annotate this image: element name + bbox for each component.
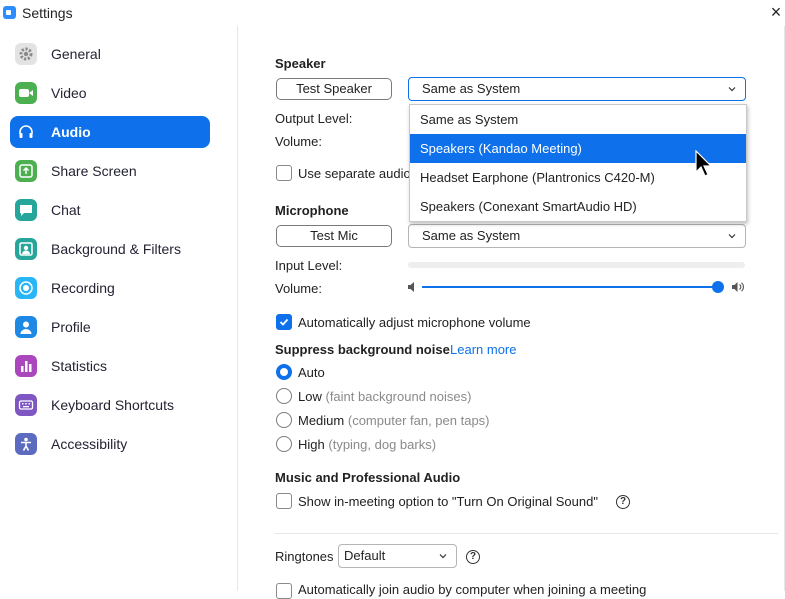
microphone-section-title: Microphone [275,203,349,218]
speaker-section-title: Speaker [275,56,326,71]
sidebar-item-label: Video [51,85,87,101]
noise-option-label: Low [298,389,322,404]
sidebar-item-recording[interactable]: Recording [10,272,210,304]
divider [275,533,778,534]
keyboard-icon [15,394,37,416]
dropdown-option[interactable]: Speakers (Conexant SmartAudio HD) [410,192,746,221]
microphone-device-value: Same as System [422,228,521,243]
close-icon[interactable]: × [767,3,785,21]
auto-adjust-mic-checkbox[interactable] [276,314,292,330]
speaker-volume-label: Volume: [275,134,322,149]
join-audio-label: Automatically join audio by computer whe… [298,582,647,597]
settings-sidebar: General Video Audio Share Screen Chat Ba… [0,26,238,591]
noise-option-hint: (computer fan, pen taps) [347,413,490,428]
dropdown-option-label: Speakers (Conexant SmartAudio HD) [420,199,637,214]
input-level-label: Input Level: [275,258,343,273]
window-title: Settings [22,5,73,21]
noise-radio-medium[interactable] [276,412,292,428]
sidebar-item-video[interactable]: Video [10,77,210,109]
original-sound-label: Show in-meeting option to "Turn On Origi… [298,494,598,509]
test-mic-button[interactable]: Test Mic [276,225,392,247]
chevron-down-icon [727,84,737,94]
test-speaker-button[interactable]: Test Speaker [276,78,392,100]
share-screen-icon [15,160,37,182]
noise-radio-low[interactable] [276,388,292,404]
noise-radio-auto[interactable] [276,364,292,380]
sidebar-item-statistics[interactable]: Statistics [10,350,210,382]
video-camera-icon [15,82,37,104]
dropdown-option-label: Headset Earphone (Plantronics C420-M) [420,170,655,185]
mic-volume-slider-thumb[interactable] [712,281,724,293]
ringtones-value: Default [344,548,386,563]
noise-option-high: High (typing, dog barks) [298,437,436,452]
dropdown-option-label: Speakers (Kandao Meeting) [420,141,582,156]
noise-option-hint: (faint background noises) [325,389,472,404]
headphones-icon [15,121,37,143]
sidebar-item-general[interactable]: General [10,38,210,70]
sidebar-item-accessibility[interactable]: Accessibility [10,428,210,460]
chevron-down-icon [727,231,737,241]
record-icon [15,277,37,299]
sidebar-item-background-filters[interactable]: Background & Filters [10,233,210,265]
noise-option-label: High [298,437,325,452]
bar-chart-icon [15,355,37,377]
help-icon[interactable]: ? [466,550,480,564]
auto-adjust-mic-label: Automatically adjust microphone volume [298,315,531,330]
dropdown-option[interactable]: Same as System [410,105,746,134]
separate-audio-checkbox[interactable] [276,165,292,181]
dropdown-option-label: Same as System [420,112,519,127]
sidebar-item-label: Background & Filters [51,241,181,257]
noise-option-auto: Auto [298,365,325,380]
mic-volume-label: Volume: [275,281,322,296]
volume-low-icon [406,281,420,293]
noise-option-low: Low (faint background noises) [298,389,471,404]
noise-radio-high[interactable] [276,436,292,452]
output-level-label: Output Level: [275,111,353,126]
sidebar-item-label: General [51,46,101,62]
noise-option-label: Auto [298,365,325,380]
chat-bubble-icon [15,199,37,221]
join-audio-checkbox[interactable] [276,583,292,599]
chevron-down-icon [438,551,448,561]
separate-audio-label: Use separate audio [298,166,411,181]
noise-section-title: Suppress background noise [275,342,450,357]
music-section-title: Music and Professional Audio [275,470,461,485]
sidebar-item-label: Share Screen [51,163,137,179]
volume-high-icon [731,281,745,293]
sidebar-item-audio[interactable]: Audio [10,116,210,148]
speaker-device-select[interactable]: Same as System [408,77,746,101]
title-bar: Settings × [0,0,785,26]
noise-option-hint: (typing, dog barks) [328,437,437,452]
noise-option-medium: Medium (computer fan, pen taps) [298,413,490,428]
learn-more-link[interactable]: Learn more [450,342,516,357]
input-level-meter [408,262,745,268]
sidebar-item-label: Statistics [51,358,108,374]
ringtones-label: Ringtones [275,549,334,564]
person-frame-icon [15,238,37,260]
sidebar-item-keyboard-shortcuts[interactable]: Keyboard Shortcuts [10,389,210,421]
sidebar-item-label: Audio [51,124,91,140]
sidebar-item-label: Accessibility [51,436,128,452]
sidebar-item-share-screen[interactable]: Share Screen [10,155,210,187]
sidebar-item-chat[interactable]: Chat [10,194,210,226]
microphone-device-select[interactable]: Same as System [408,224,746,248]
help-icon[interactable]: ? [616,495,630,509]
sidebar-item-profile[interactable]: Profile [10,311,210,343]
sidebar-item-label: Profile [51,319,91,335]
noise-option-label: Medium [298,413,345,428]
person-icon [15,316,37,338]
mouse-cursor-icon [695,149,713,180]
accessibility-icon [15,433,37,455]
zoom-app-icon [3,6,16,19]
mic-volume-slider-track[interactable] [422,286,718,288]
original-sound-checkbox[interactable] [276,493,292,509]
speaker-device-value: Same as System [422,81,521,96]
ringtones-select[interactable]: Default [338,544,457,568]
sidebar-item-label: Chat [51,202,81,218]
gear-icon [15,43,37,65]
sidebar-item-label: Keyboard Shortcuts [51,397,174,413]
sidebar-item-label: Recording [51,280,115,296]
